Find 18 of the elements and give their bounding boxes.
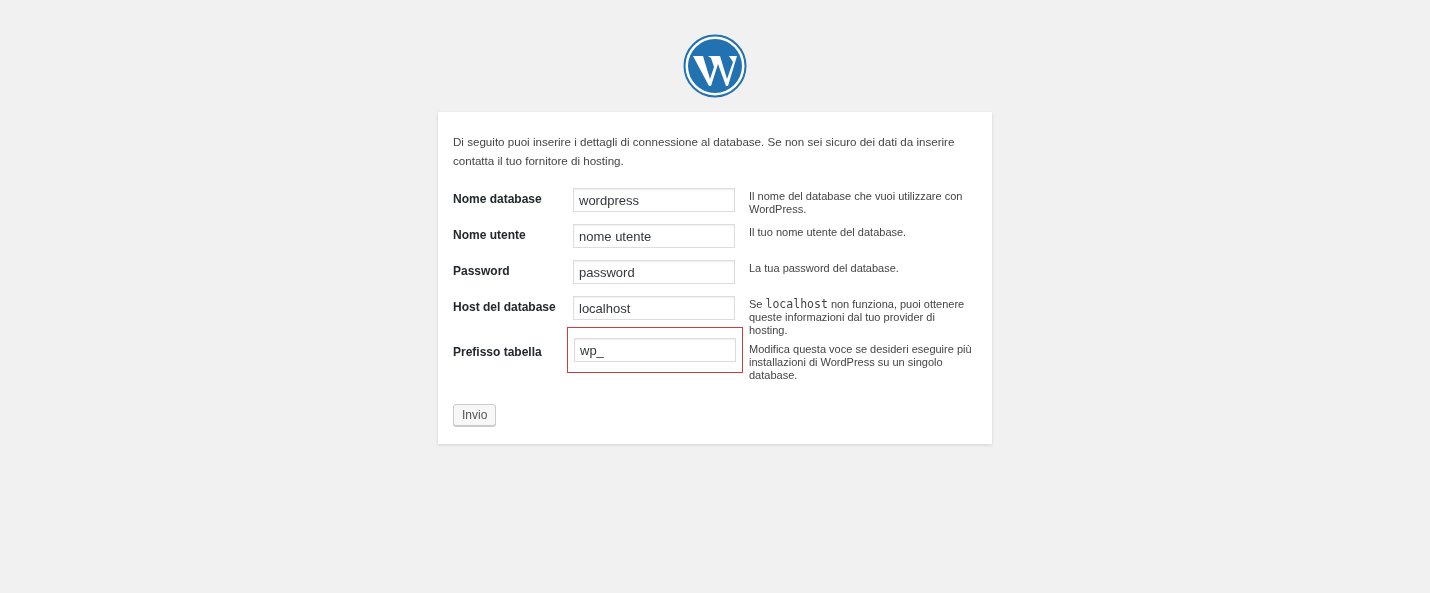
help-text: Il nome del database che vuoi utilizzare con WordPress.	[749, 189, 964, 216]
field-label: Nome utente	[453, 227, 527, 242]
field-label: Nome database	[453, 191, 543, 206]
field-label: Host del database	[453, 299, 557, 314]
help-text: Il tuo nome utente del database.	[749, 225, 908, 239]
text-field[interactable]: nome utente	[573, 224, 735, 248]
help-text: Modifica questa voce se desideri eseguire più installazioni di WordPress su un singolo database.	[749, 342, 973, 382]
field-label: Password	[453, 263, 511, 278]
text-field[interactable]: password	[573, 260, 735, 284]
text-field[interactable]: wordpress	[573, 188, 735, 212]
intro-text: Di seguito puoi inserire i dettagli di connessione al database. Se non sei sicuro dei dati da inserire contatta il tuo fornitore di hosting.	[453, 134, 956, 169]
field-label: Prefisso tabella	[453, 344, 543, 359]
help-text: La tua password del database.	[749, 261, 900, 275]
text-field[interactable]: wp_	[574, 338, 736, 362]
text-field[interactable]: localhost	[573, 296, 735, 320]
logo	[683, 34, 747, 98]
help-text: Se localhost non funziona, puoi ottenere queste informazioni dal tuo provider di hosting.	[749, 296, 966, 337]
submit-button[interactable]: Invio	[453, 404, 497, 426]
